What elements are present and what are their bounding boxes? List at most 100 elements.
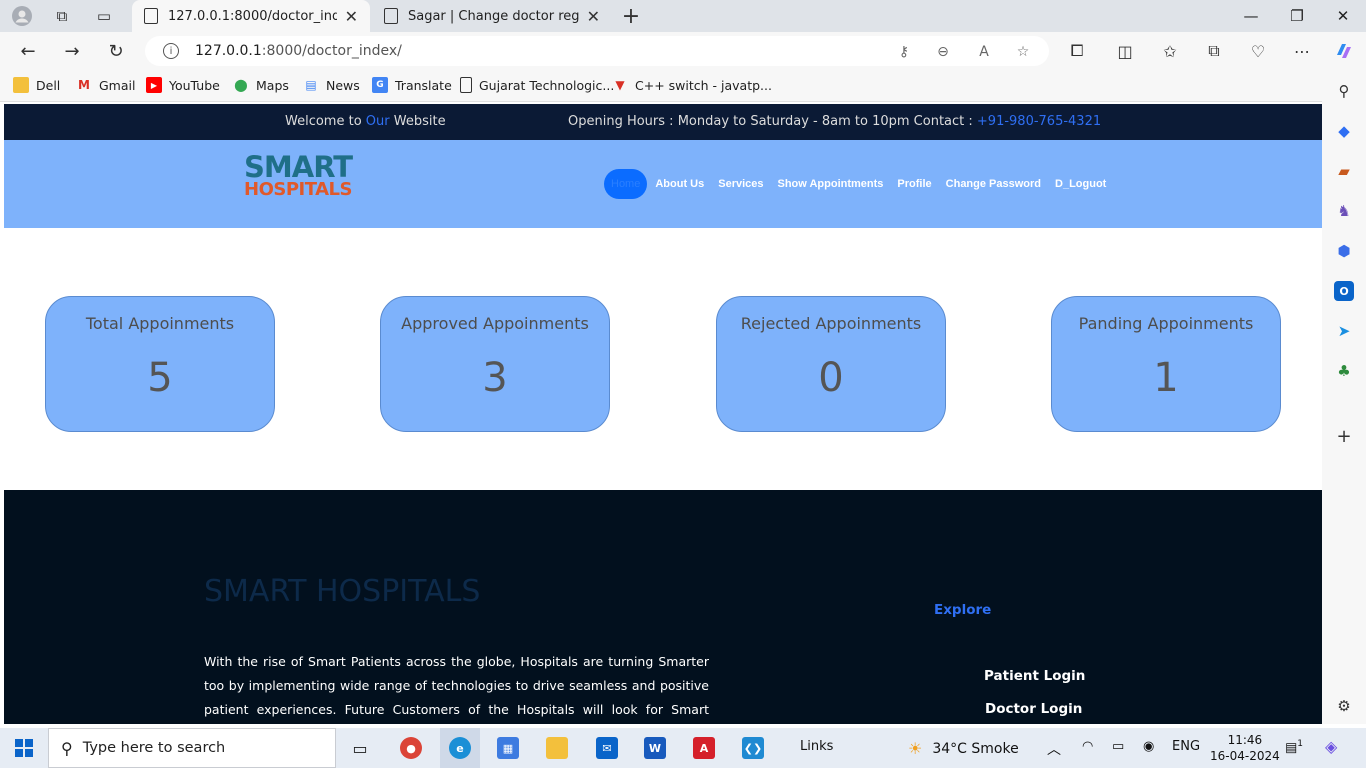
favorites-icon[interactable]: ✩ [1155, 36, 1185, 66]
info-strip: Welcome to Our Website Opening Hours : M… [4, 104, 1322, 140]
split-screen-icon[interactable]: ◫ [1110, 36, 1140, 66]
close-tab-icon[interactable]: ✕ [587, 7, 600, 26]
mail-icon[interactable]: ✉ [591, 728, 623, 768]
bookmark-maps[interactable]: ⬤ Maps [233, 77, 289, 93]
bookmark-cpp-switch[interactable]: ▼ C++ switch - javatp... [612, 77, 772, 93]
edge-logo: e [449, 737, 471, 759]
close-tab-icon[interactable]: ✕ [345, 7, 358, 26]
minimize-button[interactable]: — [1228, 0, 1274, 32]
search-icon[interactable]: ⚲ [1334, 81, 1354, 101]
smart-hospitals-logo[interactable]: SMART HOSPITALS [244, 152, 354, 216]
card-label: Rejected Appoinments [740, 314, 922, 333]
tools-briefcase-icon[interactable]: ▰ [1334, 161, 1354, 181]
nav-about-us[interactable]: About Us [655, 178, 704, 190]
taskbar-search-box[interactable]: ⚲ Type here to search [48, 728, 336, 768]
zoom-out-icon[interactable]: ⊖ [934, 43, 952, 61]
shopping-tag-icon[interactable]: ◆ [1334, 121, 1354, 141]
chrome-icon[interactable]: ● [395, 728, 427, 768]
collections-icon[interactable]: ⧉ [1199, 36, 1229, 66]
outlook-icon[interactable]: O [1334, 281, 1354, 301]
browser-essentials-icon[interactable]: ♡ [1243, 36, 1273, 66]
site-info-icon[interactable]: i [163, 43, 179, 59]
notifications-icon[interactable]: ▤1 [1285, 739, 1303, 755]
word-icon[interactable]: W [639, 728, 671, 768]
links-toolbar[interactable]: Links [800, 739, 833, 754]
nav-services[interactable]: Services [718, 178, 763, 190]
nav-logout[interactable]: D_Loguot [1055, 178, 1106, 190]
new-tab-button[interactable]: + [620, 4, 642, 29]
weather-widget[interactable]: ☀ 34°C Smoke [908, 739, 1019, 758]
bookmark-dell[interactable]: Dell [13, 77, 60, 93]
weather-text: 34°C Smoke [932, 740, 1019, 757]
more-menu-icon[interactable]: ⋯ [1287, 36, 1317, 66]
clock-date: 16-04-2024 [1210, 749, 1280, 763]
approved-appointments-card: Approved Appoinments 3 [380, 296, 610, 432]
logo-line1: SMART [244, 150, 353, 184]
tab-change-doctor-register[interactable]: Sagar | Change doctor register | S ✕ [372, 0, 612, 32]
footer-doctor-login-link[interactable]: Doctor Login [985, 701, 1082, 717]
bookmark-youtube[interactable]: ▶ YouTube [146, 77, 220, 93]
favorite-star-icon[interactable]: ☆ [1014, 43, 1032, 61]
copilot-icon[interactable] [1329, 36, 1359, 66]
acrobat-icon[interactable]: A [688, 728, 720, 768]
nav-show-appointments[interactable]: Show Appointments [778, 178, 884, 190]
tab-actions-icon[interactable]: ▭ [93, 5, 115, 27]
microsoft-365-icon[interactable]: ⬢ [1334, 241, 1354, 261]
card-label: Approved Appoinments [401, 314, 589, 333]
close-window-button[interactable]: ✕ [1320, 0, 1366, 32]
search-placeholder: Type here to search [82, 740, 226, 756]
nav-home[interactable]: Home [604, 169, 648, 199]
back-icon[interactable]: ← [13, 36, 43, 66]
settings-gear-icon[interactable]: ⚙ [1334, 696, 1354, 716]
start-button[interactable] [0, 728, 48, 768]
add-sidebar-icon[interactable]: + [1334, 426, 1354, 447]
translate-icon: G [372, 77, 388, 93]
word-logo: W [644, 737, 666, 759]
refresh-icon[interactable]: ↻ [101, 36, 131, 66]
bookmark-label: Gmail [99, 77, 136, 93]
vscode-icon[interactable]: ❮❯ [737, 728, 769, 768]
copilot-taskbar-icon[interactable]: ◈ [1325, 737, 1337, 756]
card-value: 3 [482, 355, 508, 401]
address-bar[interactable]: i 127.0.0.1:8000/doctor_index/ ⚷ ⊖ A ☆ [145, 36, 1049, 66]
read-aloud-icon[interactable]: A [975, 43, 993, 61]
address-text[interactable]: 127.0.0.1:8000/doctor_index/ [195, 43, 402, 59]
nav-change-password[interactable]: Change Password [946, 178, 1041, 190]
edge-icon[interactable]: e [440, 728, 480, 768]
key-icon[interactable]: ⚷ [895, 43, 913, 61]
language-indicator[interactable]: ENG [1172, 739, 1200, 754]
store-icon[interactable]: ▦ [492, 728, 524, 768]
show-hidden-icons-chevron-icon[interactable]: ︿ [1047, 739, 1061, 759]
main-menu: Home About Us Services Show Appointments… [604, 168, 1120, 200]
bookmark-gmail[interactable]: M Gmail [76, 77, 135, 93]
send-icon[interactable]: ➤ [1334, 321, 1354, 341]
tree-icon[interactable]: ♣ [1334, 361, 1354, 381]
file-explorer-icon[interactable] [541, 728, 573, 768]
workspaces-icon[interactable]: ⧉ [51, 5, 73, 27]
nav-profile[interactable]: Profile [897, 178, 931, 190]
notification-count: 1 [1297, 739, 1304, 749]
bookmark-label: Gujarat Technologic... [479, 77, 615, 93]
battery-icon[interactable]: ▭ [1112, 739, 1124, 754]
bookmark-gujarat-technological[interactable]: Gujarat Technologic... [460, 77, 614, 93]
task-view-icon[interactable]: ▭ [345, 728, 375, 768]
contact-phone[interactable]: +91-980-765-4321 [977, 114, 1101, 129]
clock[interactable]: 11:46 16-04-2024 [1210, 732, 1280, 764]
bookmarks-bar: Dell M Gmail ▶ YouTube ⬤ Maps ▤ News G Transl… [0, 70, 1366, 102]
bookmark-news[interactable]: ▤ News [303, 77, 359, 93]
extensions-icon[interactable]: ⧠ [1062, 36, 1092, 66]
bookmark-label: C++ switch - javatp... [635, 77, 772, 93]
profile-icon[interactable] [11, 5, 33, 27]
camera-icon[interactable]: ◉ [1143, 739, 1154, 754]
bookmark-translate[interactable]: G Translate [372, 77, 452, 93]
card-label: Panding Appoinments [1078, 314, 1254, 333]
tab-title: 127.0.0.1:8000/doctor_index/ [168, 8, 337, 24]
tab-doctor-index[interactable]: 127.0.0.1:8000/doctor_index/ ✕ [132, 0, 370, 32]
wifi-icon[interactable]: ◠ [1082, 739, 1093, 754]
games-chess-icon[interactable]: ♞ [1334, 201, 1354, 221]
forward-icon[interactable]: → [57, 36, 87, 66]
restore-button[interactable]: ❐ [1274, 0, 1320, 32]
card-value: 0 [818, 355, 844, 401]
bookmark-label: Dell [36, 77, 61, 93]
footer-patient-login-link[interactable]: Patient Login [984, 668, 1085, 684]
